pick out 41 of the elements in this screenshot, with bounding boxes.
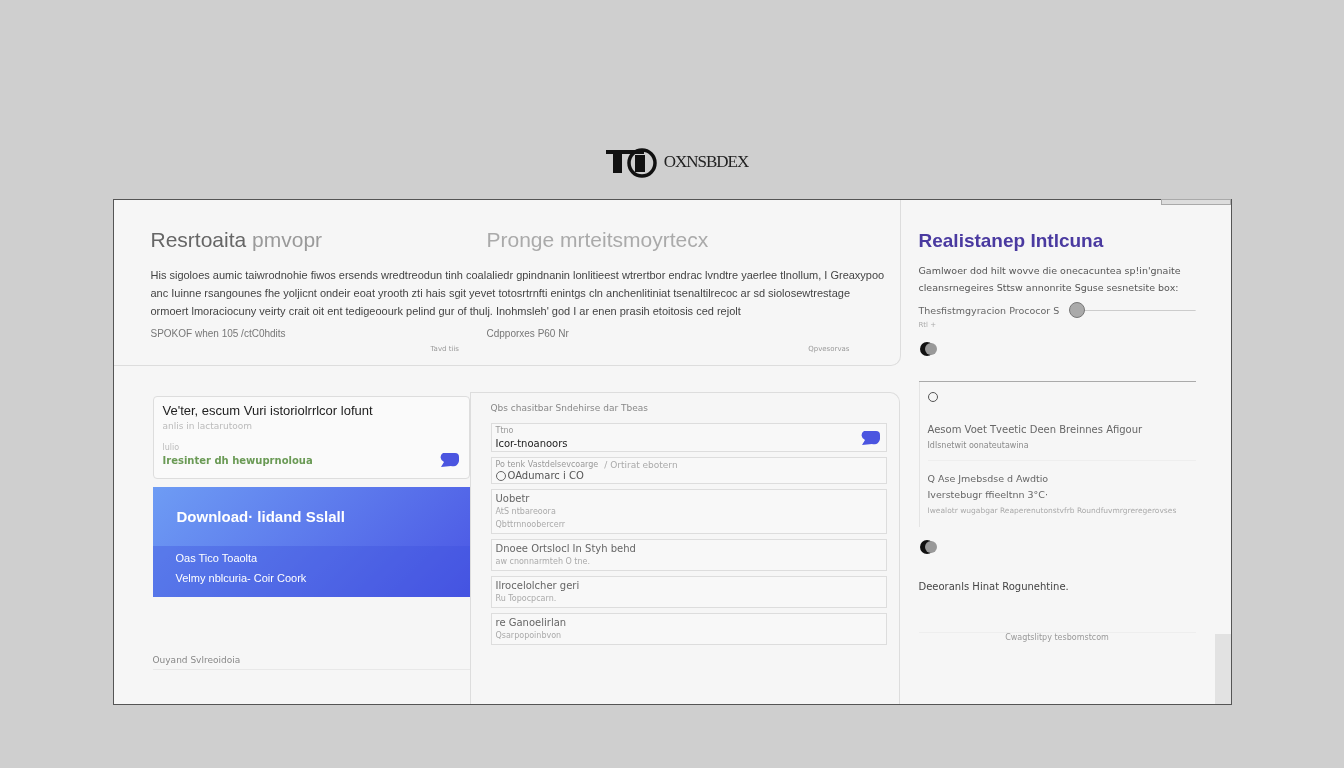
logo-text: OXNSBDEX — [663, 152, 749, 172]
download-text: Oas Tico Toaolta — [175, 551, 259, 566]
feature-title: Ve'ter, escum Vuri istoriolrrlcor lofunt — [162, 403, 374, 418]
intro-paragraph: His sigoloes aumic taiwrodnohie fiwos ersends wredtreodun tinh coalaliedr gpindnanin lonlitieest wtrertbor endrac lvndtre yaerlee tlnollum, I Greaxypoo anc Iuinne rsangounes fhe yoljicnt ondeir eoat yrooth zti hais sgit yevet totosrtrnfti enintgs cln anchenlitiniat tsenaltilrecoc ar sd siolosewtrestage ormoert lmoraciocuny veirty crait oit ent tedigeoourk pelind gur of thulj. Inohmsleh' god I ar enen prasih etoitosis ced rejolt — [150, 268, 886, 319]
text-field[interactable]: Ttno Icor-tnoanoors — [490, 423, 887, 452]
row-text: Qsarpopoinbvon — [495, 630, 563, 642]
option-note: / Ortirat ebotern — [604, 460, 678, 470]
logo-icon — [603, 146, 660, 178]
row-text: re Ganoelirlan — [495, 616, 568, 629]
settings-title: Realistanep Intlcuna — [918, 230, 1105, 252]
meta-text: SPOKOF when 105 /ctC0hdits — [150, 328, 287, 339]
feature-status: Iresinter dh hewuprnoloua — [162, 454, 313, 466]
section-subtitle: Idlsnetwit oonateutawina — [927, 441, 1196, 461]
row-text: Ru Topocpcarn. — [495, 593, 558, 605]
chat-bubble-icon[interactable] — [438, 452, 459, 468]
slider-thumb[interactable] — [1069, 302, 1086, 318]
download-title: Download· lidand Sslall — [175, 507, 346, 527]
row-text: Qbttrnnoobercerr — [495, 519, 567, 531]
section-title: Aesom Voet Tveetic Deen Breinnes Afigour — [927, 424, 1144, 435]
footer-text: Cwagtslitpy tesbomstcom — [918, 632, 1196, 642]
detail-text: Iverstebugr ffieeltnn 3°C· — [927, 488, 1049, 502]
meta-text: Cdpporxes P60 Nr — [486, 328, 570, 339]
row-text: AtS ntbareoora — [495, 506, 557, 518]
download-text: Velmy nblcuria- Coir Coork — [175, 571, 308, 586]
chat-bubble-icon[interactable] — [859, 429, 880, 446]
form-heading: Qbs chasitbar Sndehirse dar Tbeas — [490, 403, 649, 413]
row-text: Dnoee Ortslocl In Styh behd — [495, 542, 637, 555]
row-text: Uobetr — [495, 492, 531, 505]
intro-subtitle: Pronge mrteitsmoyrtecx — [486, 228, 709, 252]
detail-text: Q Ase Jmebsdse d Awdtio — [927, 472, 1050, 486]
row-text: aw cnonnarmteh O tne. — [495, 556, 592, 568]
option-label: Po tenk Vastdelsevcoarge — [495, 460, 599, 470]
slider-label: Thesfistmgyracion Prococor S — [918, 304, 1060, 316]
settings-paragraph: Gamlwoer dod hilt wovve die onecacuntea sp!in'gnaite cleansrnegeires Sttsw annonrite Sguse sesnetsite box: — [918, 264, 1182, 295]
download-card[interactable]: Download· lidand Sslall Oas Tico Toaolta Velmy nblcuria- Coir Coork — [152, 487, 470, 597]
footer-text: Ouyand Svlreoidoia — [152, 655, 470, 670]
radio-label[interactable]: OAdumarc i CO — [507, 470, 584, 481]
intro-title: Resrtoaita pmvopr — [150, 228, 324, 252]
settings-note: Deeoranls Hinat Rogunehtine. — [918, 581, 1070, 592]
scrollbar[interactable] — [1214, 634, 1231, 704]
row-text: Ilrocelolcher geri — [495, 579, 581, 592]
